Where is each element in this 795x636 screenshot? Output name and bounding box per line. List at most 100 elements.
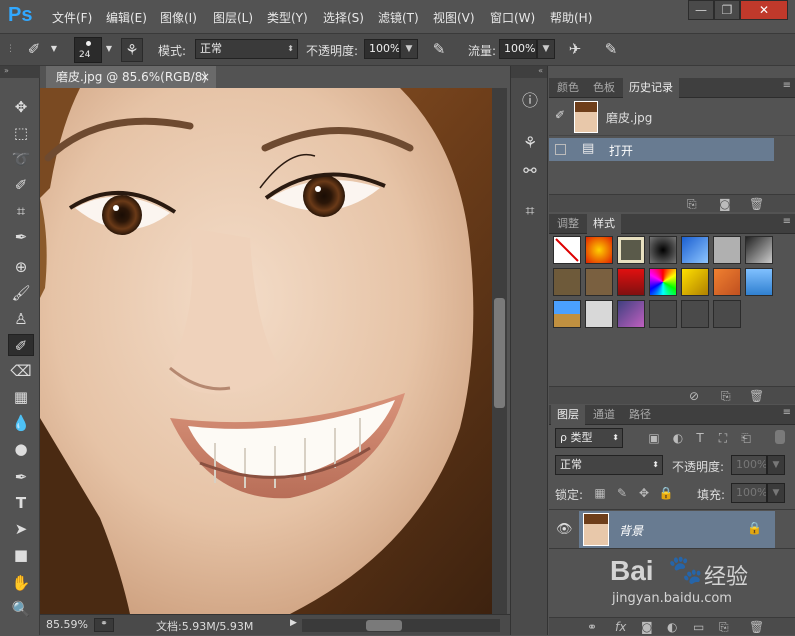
style-swatch[interactable] <box>649 300 677 328</box>
dodge-tool-icon[interactable]: ● <box>8 438 34 460</box>
tab-layers[interactable]: 图层 <box>551 405 585 425</box>
style-swatch[interactable] <box>617 236 645 264</box>
new-layer-icon[interactable]: ⎘ <box>719 618 729 636</box>
style-swatch[interactable] <box>585 300 613 328</box>
pressure-size-icon[interactable]: ✎ <box>600 38 622 60</box>
spot-healing-tool-icon[interactable]: ⊕ <box>8 256 34 278</box>
fill-dropdown[interactable]: ▼ <box>767 483 785 503</box>
layer-filter-select[interactable]: ρ 类型 ⬍ <box>555 428 623 448</box>
clone-stamp-tool-icon[interactable]: ♙ <box>8 308 34 330</box>
pressure-opacity-icon[interactable]: ✎ <box>428 38 450 60</box>
gradient-tool-icon[interactable]: ▦ <box>8 386 34 408</box>
tab-styles[interactable]: 样式 <box>587 214 621 234</box>
menu-edit[interactable]: 编辑(E) <box>106 9 147 26</box>
style-none[interactable] <box>553 236 581 264</box>
style-swatch[interactable] <box>585 268 613 296</box>
styles-trash-icon[interactable]: 🗑 <box>749 387 764 405</box>
eyedropper-tool-icon[interactable]: ✒ <box>8 226 34 248</box>
blend-mode-select[interactable]: 正常 ⬍ <box>555 455 663 475</box>
history-state-checkbox[interactable] <box>555 144 566 155</box>
fill-field[interactable]: 100% <box>731 483 767 503</box>
add-mask-icon[interactable]: ◙ <box>641 618 653 636</box>
status-menu-arrow[interactable]: ▶ <box>290 618 297 628</box>
clear-style-icon[interactable]: ⊘ <box>689 387 699 405</box>
style-swatch[interactable] <box>745 236 773 264</box>
layer-row-selected[interactable]: 背景 🔒 <box>579 511 775 548</box>
tab-channels[interactable]: 通道 <box>587 405 621 425</box>
menu-layer[interactable]: 图层(L) <box>213 9 253 26</box>
style-swatch[interactable] <box>713 300 741 328</box>
info-icon[interactable]: ⓘ <box>519 90 541 112</box>
close-button[interactable]: ✕ <box>740 0 788 20</box>
menu-window[interactable]: 窗口(W) <box>490 9 535 26</box>
style-swatch[interactable] <box>553 268 581 296</box>
layer-opacity-field[interactable]: 100% <box>731 455 767 475</box>
layers-panel-menu-icon[interactable]: ≡ <box>783 407 791 418</box>
horizontal-scroll-thumb[interactable] <box>366 620 402 631</box>
menu-file[interactable]: 文件(F) <box>52 9 92 26</box>
history-brush-tool-icon[interactable]: ✐ <box>8 334 34 356</box>
filter-smart-object-icon[interactable]: ⎗ <box>737 429 755 447</box>
style-swatch[interactable] <box>713 236 741 264</box>
style-swatch[interactable] <box>681 236 709 264</box>
rectangle-tool-icon[interactable]: ■ <box>8 544 34 566</box>
tools-collapse-icon[interactable]: » <box>0 66 40 78</box>
style-swatch[interactable] <box>649 236 677 264</box>
crop-tool-icon[interactable]: ⌗ <box>8 200 34 222</box>
flow-field[interactable]: 100% <box>499 39 537 59</box>
new-document-from-state-icon[interactable]: ⎘ <box>687 195 697 213</box>
filter-shape-icon[interactable]: ⛶ <box>714 429 732 447</box>
lasso-tool-icon[interactable]: ➰ <box>8 148 34 170</box>
style-swatch[interactable] <box>649 268 677 296</box>
quick-selection-tool-icon[interactable]: ✐ <box>8 174 34 196</box>
menu-view[interactable]: 视图(V) <box>433 9 475 26</box>
menu-image[interactable]: 图像(I) <box>160 9 197 26</box>
brush-dropdown-icon[interactable]: ▼ <box>103 38 115 60</box>
tool-preset-dropdown-icon[interactable]: ▼ <box>48 38 60 60</box>
strip-expand-icon[interactable]: « <box>511 66 547 78</box>
move-tool-icon[interactable]: ✥ <box>8 96 34 118</box>
opacity-dropdown[interactable]: ▼ <box>400 39 418 59</box>
clone-source-icon[interactable]: ⚯ <box>519 160 541 182</box>
lock-all-icon[interactable]: 🔒 <box>657 484 675 502</box>
history-item-open[interactable]: ▤ 打开 <box>549 138 774 161</box>
history-snapshot[interactable]: ✐ 磨皮.jpg <box>549 98 795 136</box>
pen-tool-icon[interactable]: ✒ <box>8 466 34 488</box>
tab-history[interactable]: 历史记录 <box>623 78 679 98</box>
maximize-button[interactable]: ❐ <box>714 0 740 20</box>
menu-help[interactable]: 帮助(H) <box>550 9 592 26</box>
tab-swatches[interactable]: 色板 <box>587 78 621 98</box>
style-swatch[interactable] <box>617 300 645 328</box>
style-swatch[interactable] <box>713 268 741 296</box>
properties-icon[interactable]: ⌗ <box>519 200 541 222</box>
type-tool-icon[interactable]: T <box>8 492 34 514</box>
style-swatch[interactable] <box>681 300 709 328</box>
flow-dropdown[interactable]: ▼ <box>537 39 555 59</box>
filter-adjustment-icon[interactable]: ◐ <box>669 429 687 447</box>
styles-panel-menu-icon[interactable]: ≡ <box>783 216 791 227</box>
filter-type-icon[interactable]: T <box>691 429 709 447</box>
document-canvas[interactable] <box>40 88 492 614</box>
style-swatch[interactable] <box>585 236 613 264</box>
tab-paths[interactable]: 路径 <box>623 405 657 425</box>
history-panel-menu-icon[interactable]: ≡ <box>783 80 791 91</box>
opacity-field[interactable]: 100% <box>364 39 400 59</box>
tab-adjustments[interactable]: 调整 <box>551 214 585 234</box>
eraser-tool-icon[interactable]: ⌫ <box>8 360 34 382</box>
menu-select[interactable]: 选择(S) <box>323 9 364 26</box>
history-trash-icon[interactable]: 🗑 <box>749 195 764 213</box>
link-layers-icon[interactable]: ⚭ <box>587 618 597 636</box>
hand-tool-icon[interactable]: ✋ <box>8 572 34 594</box>
tab-color[interactable]: 颜色 <box>551 78 585 98</box>
blur-tool-icon[interactable]: 💧 <box>8 412 34 434</box>
filter-pixel-icon[interactable]: ▣ <box>645 429 663 447</box>
document-tab[interactable]: 磨皮.jpg @ 85.6%(RGB/8) × <box>46 66 216 88</box>
new-group-icon[interactable]: ▭ <box>693 618 704 636</box>
brush-tool-icon[interactable]: 🖌 <box>8 282 34 304</box>
fx-icon[interactable]: fx <box>615 618 626 636</box>
style-swatch[interactable] <box>617 268 645 296</box>
brush-panel-icon[interactable]: ⚘ <box>121 38 143 62</box>
filter-toggle[interactable] <box>775 430 785 444</box>
layers-trash-icon[interactable]: 🗑 <box>749 618 764 636</box>
minimize-button[interactable]: — <box>688 0 714 20</box>
